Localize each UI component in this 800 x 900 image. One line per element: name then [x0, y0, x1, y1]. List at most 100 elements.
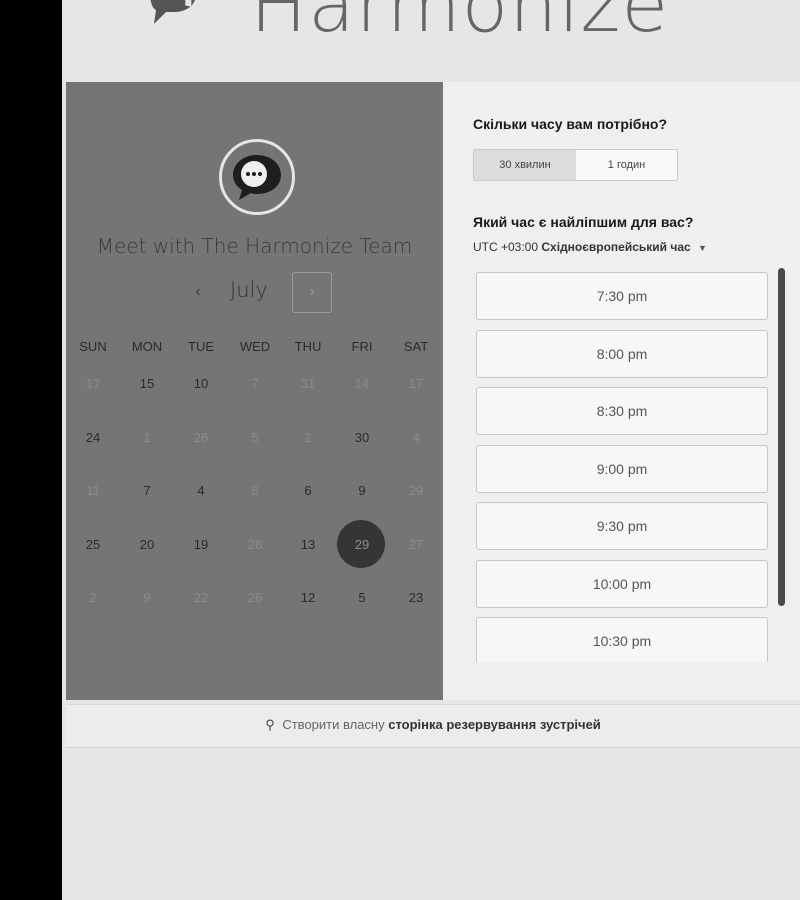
- calendar-day: 17: [66, 360, 120, 414]
- duration-selector: 30 хвилин 1 годин: [473, 149, 678, 181]
- calendar-day: 26: [228, 574, 282, 628]
- calendar-day[interactable]: 30: [335, 414, 389, 468]
- logo-bar: Harmonize: [62, 0, 800, 76]
- calendar-day-number: 25: [85, 536, 101, 552]
- calendar-day-number: 9: [358, 483, 366, 498]
- timezone-name: Східноєвропейський час: [541, 240, 691, 254]
- calendar-day[interactable]: 24: [66, 414, 120, 468]
- calendar-day-number: 30: [354, 429, 370, 445]
- calendar-day-number: 1: [143, 429, 151, 445]
- calendar-day-number: 6: [304, 483, 312, 498]
- time-slot-button[interactable]: 10:00 pm: [476, 559, 768, 608]
- calendar-day-number: 22: [193, 590, 209, 605]
- page: Harmonize Meet with The Harmonize Team ‹…: [62, 0, 800, 900]
- footer: ⚲ Створити власну сторінка резервування …: [66, 704, 800, 748]
- calendar-day: 14: [335, 360, 389, 414]
- calendar-day[interactable]: 20: [120, 521, 174, 575]
- calendar-day[interactable]: 13: [281, 521, 335, 575]
- duration-option-30min[interactable]: 30 хвилин: [474, 150, 576, 180]
- weekday-label: SUN: [79, 339, 107, 354]
- calendar-day: 1: [120, 414, 174, 468]
- calendar-day-number: 15: [139, 376, 155, 391]
- weekday-label: MON: [131, 339, 163, 354]
- time-slot-list[interactable]: 7:30 pm 8:00 pm 8:30 pm 9:00 pm 9:30 pm 10:00…: [476, 272, 776, 662]
- calendar-day-number: 27: [408, 536, 424, 552]
- calendar-day-number: 5: [358, 590, 366, 605]
- time-slot-button[interactable]: 10:30 pm: [476, 617, 768, 662]
- calendar-day: 2: [281, 414, 335, 468]
- time-panel: Скільки часу вам потрібно? 30 хвилин 1 г…: [443, 82, 800, 700]
- chat-bubble-icon: [233, 155, 281, 200]
- calendar-day[interactable]: 10: [174, 360, 228, 414]
- timezone-selector[interactable]: UTC +03:00 Східноєвропейський час ▼: [473, 240, 707, 254]
- calendar-day[interactable]: 15: [120, 360, 174, 414]
- time-question: Який час є найліпшим для вас?: [473, 214, 694, 230]
- harmonize-logo-icon: [150, 0, 195, 24]
- calendar-day-selected[interactable]: 29: [335, 519, 389, 575]
- next-month-button[interactable]: ›: [292, 272, 332, 313]
- calendar-day-number: 4: [197, 483, 205, 498]
- calendar-panel: Meet with The Harmonize Team ‹ July › SU…: [66, 82, 443, 700]
- scrollbar[interactable]: [778, 268, 785, 606]
- calendar-day[interactable]: 5: [335, 574, 389, 628]
- calendar-day-number: 26: [247, 590, 263, 605]
- calendar-day: 27: [389, 521, 443, 575]
- calendar-day[interactable]: 6: [281, 467, 335, 521]
- timezone-offset: UTC +03:00: [473, 240, 539, 254]
- footer-prefix: Створити власну: [282, 717, 385, 732]
- calendar-day-number: 29: [354, 536, 370, 552]
- calendar-day-number: 29: [408, 483, 424, 498]
- create-booking-page-link[interactable]: сторінка резервування зустрічей: [388, 717, 601, 732]
- calendar-day-number: 8: [251, 483, 259, 498]
- calendar-day: 29: [389, 467, 443, 521]
- duration-question: Скільки часу вам потрібно?: [473, 116, 668, 132]
- time-slot-button[interactable]: 7:30 pm: [476, 272, 768, 320]
- calendar-day-number: 26: [193, 429, 209, 445]
- calendar-day[interactable]: 23: [389, 574, 443, 628]
- calendar-day[interactable]: 9: [335, 467, 389, 521]
- calendar-day: 26: [174, 414, 228, 468]
- calendar-day-number: 5: [251, 429, 259, 445]
- calendar-day: 11: [66, 467, 120, 521]
- calendar-day: 28: [228, 521, 282, 575]
- meeting-title: Meet with The Harmonize Team: [96, 234, 413, 258]
- calendar-day-number: 9: [143, 590, 151, 605]
- duration-option-1hour[interactable]: 1 годин: [576, 150, 677, 180]
- calendar-day[interactable]: 4: [174, 467, 228, 521]
- calendar-day: 7: [228, 360, 282, 414]
- calendar-day-number: 7: [143, 483, 151, 498]
- calendar-day-number: 2: [89, 590, 97, 605]
- calendar-day[interactable]: 25: [66, 521, 120, 575]
- calendar-day-number: 4: [412, 429, 420, 445]
- time-slot-button[interactable]: 9:30 pm: [476, 502, 768, 550]
- calendar-day-number: 31: [300, 376, 316, 391]
- month-navigation: ‹ July ›: [66, 270, 443, 314]
- time-slot-button[interactable]: 9:00 pm: [476, 444, 768, 493]
- weekday-label: SAT: [403, 339, 429, 354]
- calendar-day-number: 20: [139, 536, 155, 552]
- calendar-day: 9: [120, 574, 174, 628]
- calendar-day-number: 23: [408, 590, 424, 605]
- weekday-label: FRI: [351, 339, 373, 354]
- calendar-day-number: 11: [86, 483, 100, 498]
- weekday-label: WED: [239, 339, 271, 354]
- calendar-day-number: 10: [193, 376, 209, 391]
- calendar-day-number: 7: [251, 376, 259, 391]
- calendar-day-number: 13: [300, 536, 316, 552]
- calendar-day-number: 2: [304, 429, 312, 445]
- hubspot-icon: ⚲: [265, 717, 275, 732]
- weekday-label: TUE: [188, 339, 214, 354]
- weekday-header: SUN MON TUE WED THU FRI SAT: [66, 339, 443, 357]
- calendar-day[interactable]: 19: [174, 521, 228, 575]
- prev-month-button[interactable]: ‹: [184, 280, 212, 304]
- calendar-day: 17: [389, 360, 443, 414]
- calendar-day[interactable]: 12: [281, 574, 335, 628]
- calendar-day-number: 17: [85, 376, 101, 391]
- calendar-day: 2: [66, 574, 120, 628]
- time-slot-button[interactable]: 8:00 pm: [476, 329, 768, 378]
- calendar-day: 5: [228, 414, 282, 468]
- time-slot-button[interactable]: 8:30 pm: [476, 387, 768, 435]
- calendar-day[interactable]: 7: [120, 467, 174, 521]
- calendar-day: 31: [281, 360, 335, 414]
- calendar-day-number: 12: [300, 590, 316, 605]
